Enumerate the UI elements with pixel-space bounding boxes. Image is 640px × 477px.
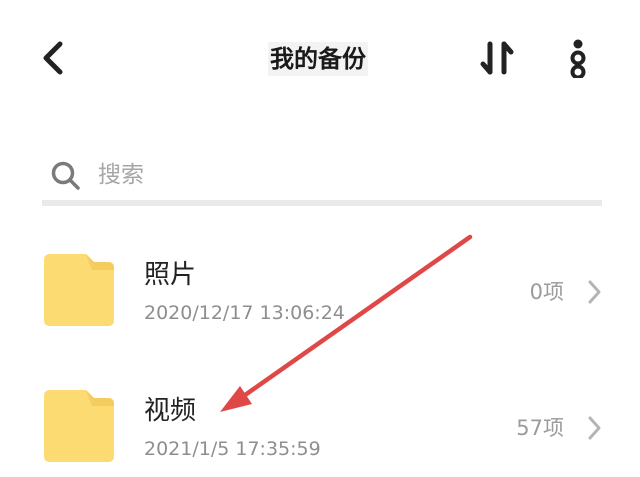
list-item[interactable]: 照片 2020/12/17 13:06:24 0项 bbox=[0, 240, 640, 340]
item-count: 0项 bbox=[529, 280, 564, 304]
item-date: 2021/1/5 17:35:59 bbox=[144, 438, 321, 460]
search-icon bbox=[51, 161, 80, 190]
item-date: 2020/12/17 13:06:24 bbox=[144, 302, 345, 324]
search-divider bbox=[42, 200, 602, 206]
item-name: 照片 bbox=[144, 260, 197, 290]
item-count: 57项 bbox=[516, 416, 564, 440]
search-input[interactable] bbox=[98, 158, 578, 192]
back-icon bbox=[43, 41, 63, 75]
item-name: 视频 bbox=[144, 396, 197, 426]
list-item[interactable]: 视频 2021/1/5 17:35:59 57项 bbox=[0, 376, 640, 476]
search-bar bbox=[42, 152, 602, 208]
more-icon bbox=[570, 39, 586, 80]
chevron-right-icon bbox=[588, 416, 601, 440]
page-title: 我的备份 bbox=[268, 42, 368, 76]
top-bar: 我的备份 bbox=[0, 0, 640, 120]
folder-icon bbox=[44, 254, 114, 326]
chevron-right-icon bbox=[588, 280, 601, 304]
folder-icon bbox=[44, 390, 114, 462]
back-button[interactable] bbox=[38, 38, 74, 78]
more-options-button[interactable] bbox=[562, 38, 594, 80]
sort-button[interactable] bbox=[478, 38, 518, 78]
sort-icon bbox=[480, 41, 514, 75]
